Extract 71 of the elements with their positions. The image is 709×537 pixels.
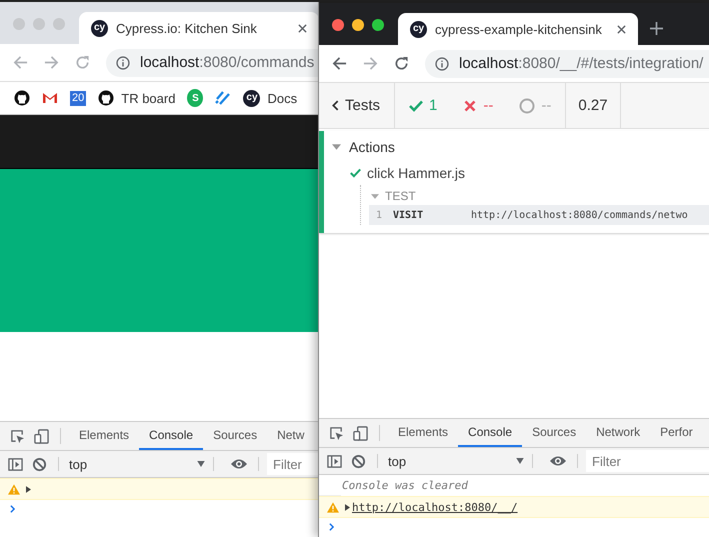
filter-field[interactable]: Filter: [586, 450, 709, 472]
minimize-window-button[interactable]: [352, 19, 364, 31]
devtools-tab[interactable]: Netw: [267, 422, 314, 450]
devtools-tab[interactable]: Sources: [522, 419, 586, 447]
eye-icon[interactable]: [230, 458, 248, 470]
context-select[interactable]: top: [386, 448, 530, 474]
suite-title[interactable]: Actions: [324, 135, 709, 159]
prompt-chevron-icon[interactable]: [329, 523, 334, 531]
command-row[interactable]: 1 VISIT http://localhost:8080/commands/netwo: [369, 205, 709, 225]
failed-count: --: [483, 97, 494, 114]
hook-header[interactable]: TEST: [371, 187, 709, 205]
devtools-tab[interactable]: Perfor: [650, 419, 703, 447]
clear-console-icon[interactable]: [32, 456, 47, 472]
inspect-element-icon[interactable]: [329, 426, 344, 440]
caret-icon: [332, 144, 341, 150]
maximize-window-button[interactable]: [372, 19, 384, 31]
warning-icon: [8, 484, 20, 494]
inspect-element-icon[interactable]: [10, 428, 25, 444]
sidebar-toggle-icon[interactable]: [8, 456, 23, 472]
bookmark-icon[interactable]: [14, 90, 30, 106]
bookmark-icon[interactable]: 20: [70, 90, 86, 106]
device-toolbar-icon[interactable]: [34, 428, 49, 444]
url-text: localhost:8080/commands: [140, 54, 314, 71]
filter-field[interactable]: Filter: [267, 453, 318, 475]
passed-count: 1: [429, 97, 438, 114]
console-message: Console was cleared: [341, 478, 468, 492]
eye-icon[interactable]: [549, 455, 567, 467]
cypress-logo-icon: cy: [91, 20, 108, 36]
caret-icon: [197, 461, 205, 467]
close-icon[interactable]: [617, 24, 626, 34]
prompt-chevron-icon[interactable]: [10, 505, 15, 513]
command-message: http://localhost:8080/commands/netwo: [471, 210, 688, 220]
devtools-tab[interactable]: Sources: [203, 422, 268, 450]
back-icon[interactable]: [332, 56, 347, 71]
devtools-tab[interactable]: Elements: [388, 419, 458, 447]
address-bar[interactable]: localhost:8080/__/#/tests/integration/: [425, 50, 709, 78]
duration-text: 0.27: [566, 83, 621, 128]
pending-count: --: [541, 97, 552, 114]
context-select[interactable]: top: [67, 451, 211, 477]
cypress-logo-icon: cy: [243, 90, 260, 106]
caret-icon: [371, 194, 379, 198]
close-window-button[interactable]: [332, 19, 344, 31]
chevron-left-icon: [332, 100, 339, 111]
command-number: 1: [374, 210, 384, 220]
close-icon[interactable]: [298, 24, 307, 32]
device-toolbar-icon[interactable]: [353, 426, 368, 440]
warning-icon: [327, 502, 339, 512]
sidebar-toggle-icon[interactable]: [327, 454, 342, 468]
new-tab-icon[interactable]: [650, 22, 663, 35]
cypress-logo-icon: cy: [410, 20, 427, 38]
address-bar[interactable]: localhost:8080/commands: [106, 48, 318, 76]
bookmark[interactable]: cy Docs: [243, 90, 298, 106]
cross-icon: [463, 100, 478, 112]
url-text: localhost:8080/__/#/tests/integration/: [459, 55, 704, 72]
info-icon[interactable]: [116, 56, 130, 70]
bookmark[interactable]: TR board: [98, 90, 176, 106]
octocat-icon: [98, 90, 114, 106]
expand-arrow-icon[interactable]: [345, 504, 350, 510]
expand-arrow-icon[interactable]: [26, 486, 31, 492]
devtools-tab[interactable]: Elements: [69, 422, 140, 450]
clear-console-icon[interactable]: [351, 454, 366, 468]
check-icon: [409, 100, 424, 112]
devtools-tab[interactable]: Network: [586, 419, 650, 447]
info-icon[interactable]: [435, 56, 449, 70]
browser-tab[interactable]: cy Cypress.io: Kitchen Sink: [79, 12, 318, 44]
reload-icon[interactable]: [394, 56, 409, 71]
pending-ring-icon: [519, 98, 536, 114]
caret-icon: [516, 458, 524, 464]
test-name[interactable]: click Hammer.js: [324, 159, 709, 185]
command-name: VISIT: [392, 210, 424, 220]
browser-tab[interactable]: cy cypress-example-kitchensink: [398, 13, 638, 45]
